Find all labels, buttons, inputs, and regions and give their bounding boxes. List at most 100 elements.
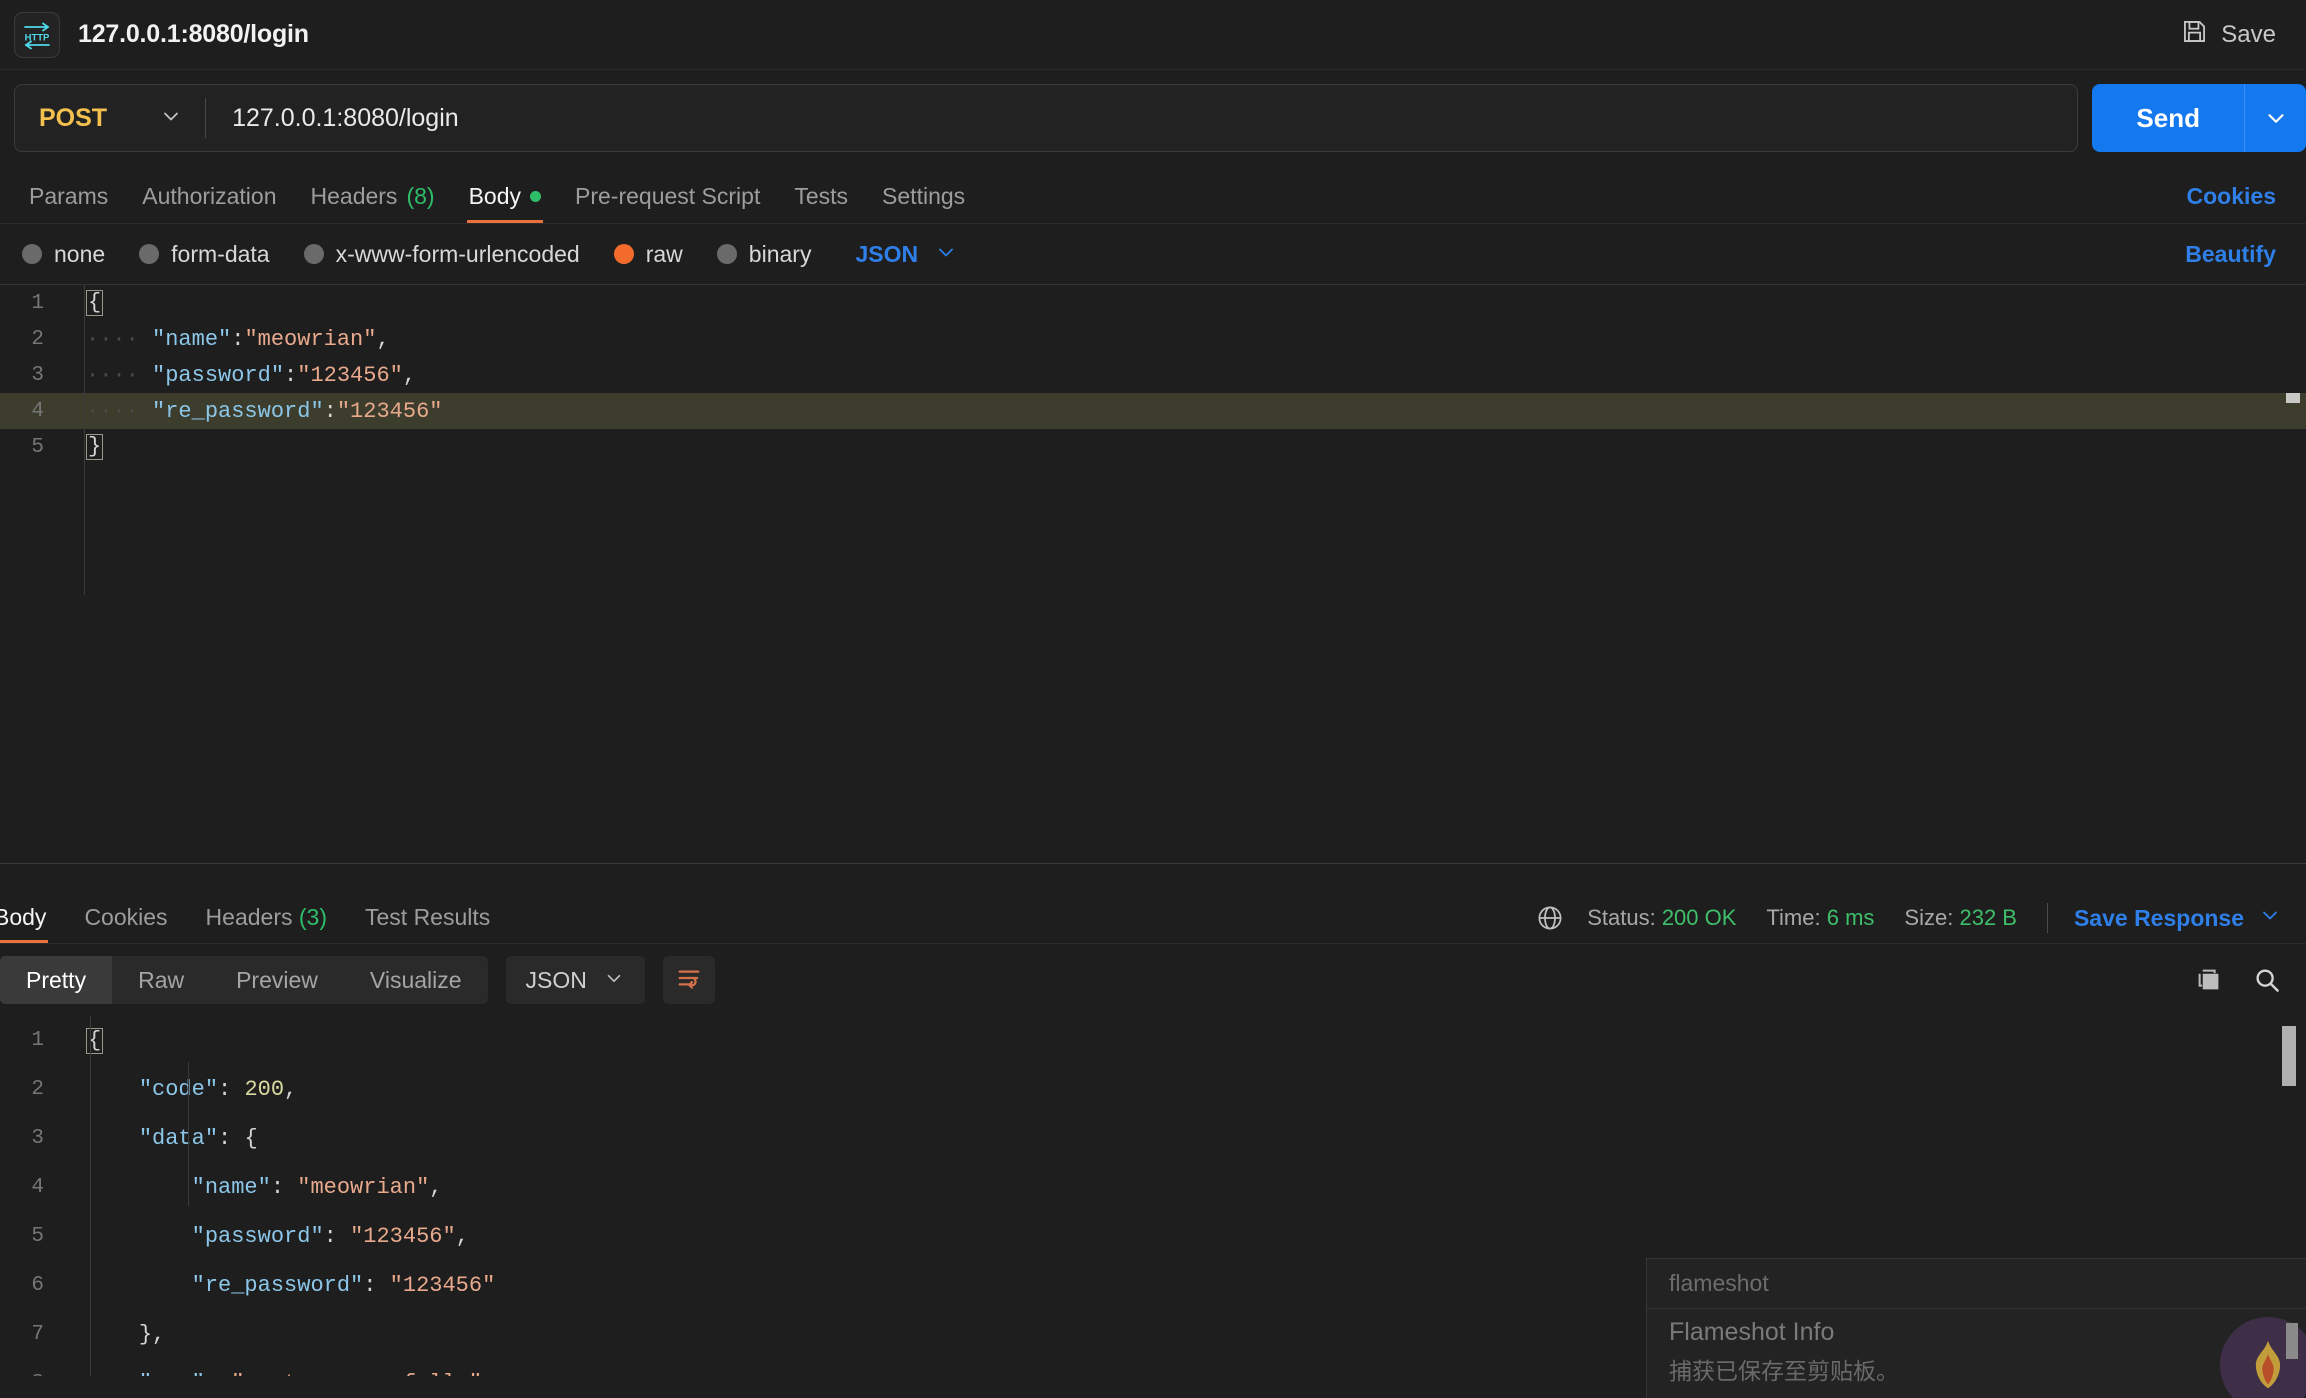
indent-space	[86, 1371, 139, 1376]
code-line[interactable]: 3···· "password":"123456",	[0, 357, 2306, 393]
tab-authorization[interactable]: Authorization	[125, 183, 293, 223]
size-label: Size:	[1904, 905, 1953, 930]
indent-space	[86, 1126, 139, 1151]
indent-space	[86, 1224, 192, 1249]
body-type-none[interactable]: none	[22, 241, 105, 268]
code-text: {	[62, 290, 103, 316]
line-number: 2	[0, 1078, 62, 1101]
token-str: "meowrian"	[297, 1175, 429, 1200]
view-raw[interactable]: Raw	[112, 956, 210, 1004]
body-type-urlencoded[interactable]: x-www-form-urlencoded	[304, 241, 580, 268]
code-line[interactable]: 5}	[0, 429, 2306, 465]
token-punct: ,	[403, 363, 416, 388]
token-key: "password"	[192, 1224, 324, 1249]
indent-space	[86, 1273, 192, 1298]
request-editor-scrollbar[interactable]	[2286, 393, 2300, 403]
token-punct: ,	[429, 1175, 442, 1200]
beautify-link[interactable]: Beautify	[2185, 241, 2276, 268]
token-punct: ,	[456, 1224, 469, 1249]
response-format-selector[interactable]: JSON	[506, 956, 645, 1004]
method-label: POST	[39, 104, 107, 133]
send-button[interactable]: Send	[2092, 84, 2244, 152]
code-line[interactable]: 4···· "re_password":"123456"	[0, 393, 2306, 429]
flameshot-notification-header: flameshot	[1647, 1259, 2306, 1309]
body-type-form-data[interactable]: form-data	[139, 241, 269, 268]
line-number: 3	[0, 364, 62, 387]
tab-settings-label: Settings	[882, 183, 965, 210]
token-brace: {	[86, 1028, 103, 1054]
radio-urlencoded-icon	[304, 244, 324, 264]
tab-headers[interactable]: Headers (8)	[294, 183, 452, 223]
indent-dots: ····	[86, 363, 152, 388]
url-input[interactable]	[206, 104, 2077, 133]
token-str: "123456"	[390, 1273, 496, 1298]
response-tab-test-results[interactable]: Test Results	[346, 904, 509, 943]
copy-icon[interactable]	[2194, 965, 2224, 995]
code-line[interactable]: 4 "name": "meowrian",	[0, 1163, 2306, 1212]
response-tab-body[interactable]: Body	[0, 904, 65, 943]
send-options-button[interactable]	[2244, 84, 2306, 152]
tab-params[interactable]: Params	[12, 183, 125, 223]
status-label: Status:	[1587, 905, 1655, 930]
raw-format-label: JSON	[855, 241, 918, 268]
flameshot-notification-title: Flameshot Info	[1669, 1318, 2284, 1347]
token-key: "re_password"	[152, 399, 324, 424]
code-line[interactable]: 3 "data": {	[0, 1114, 2306, 1163]
response-editor-scrollbar[interactable]	[2282, 1026, 2296, 1086]
view-pretty[interactable]: Pretty	[0, 956, 112, 1004]
view-preview[interactable]: Preview	[210, 956, 344, 1004]
word-wrap-toggle[interactable]	[663, 956, 715, 1004]
code-text: }	[62, 434, 103, 460]
response-tab-cookies[interactable]: Cookies	[65, 904, 186, 943]
request-tabs: Params Authorization Headers (8) Body Pr…	[0, 166, 2306, 224]
notification-scrollbar[interactable]	[2286, 1323, 2298, 1359]
body-type-form-data-label: form-data	[171, 241, 269, 268]
raw-format-selector[interactable]: JSON	[855, 240, 958, 269]
tab-pre-request-script[interactable]: Pre-request Script	[558, 183, 777, 223]
flameshot-app-name: flameshot	[1669, 1270, 1769, 1297]
line-number: 5	[0, 1225, 62, 1248]
save-response-button[interactable]: Save Response	[2074, 903, 2282, 933]
method-selector[interactable]: POST	[15, 85, 205, 151]
code-line[interactable]: 1{	[0, 1016, 2306, 1065]
response-tab-headers-count: (3)	[299, 904, 327, 930]
body-type-raw[interactable]: raw	[614, 241, 683, 268]
indent-guide	[84, 285, 85, 595]
save-button-label: Save	[2221, 21, 2276, 49]
view-visualize[interactable]: Visualize	[344, 956, 488, 1004]
request-body-editor[interactable]: 1{2···· "name":"meowrian",3···· "passwor…	[0, 285, 2306, 595]
svg-text:HTTP: HTTP	[25, 32, 50, 43]
body-type-binary[interactable]: binary	[717, 241, 812, 268]
response-action-icons	[2194, 965, 2282, 995]
code-text: ···· "name":"meowrian",	[62, 327, 390, 352]
code-line[interactable]: 2···· "name":"meowrian",	[0, 321, 2306, 357]
flameshot-notification: flameshot Flameshot Info 捕获已保存至剪贴板。	[1646, 1258, 2306, 1398]
code-line[interactable]: 5 "password": "123456",	[0, 1212, 2306, 1261]
line-number: 6	[0, 1274, 62, 1297]
token-str: "meowrian"	[244, 327, 376, 352]
tab-body[interactable]: Body	[452, 183, 558, 223]
tab-tests[interactable]: Tests	[777, 183, 865, 223]
tab-settings[interactable]: Settings	[865, 183, 982, 223]
token-punct: :	[284, 363, 297, 388]
save-response-label: Save Response	[2074, 905, 2244, 932]
token-punct: :	[205, 1371, 231, 1376]
cookies-link[interactable]: Cookies	[2187, 183, 2276, 223]
flameshot-notification-body: Flameshot Info 捕获已保存至剪贴板。	[1647, 1309, 2306, 1386]
tab-pre-request-script-label: Pre-request Script	[575, 183, 760, 210]
line-number: 5	[0, 436, 62, 459]
line-number: 8	[0, 1372, 62, 1376]
size-value: 232 B	[1959, 905, 2017, 930]
tab-headers-count: (8)	[406, 183, 434, 210]
code-line[interactable]: 1{	[0, 285, 2306, 321]
url-input-group: POST	[14, 84, 2078, 152]
chevron-down-icon	[603, 967, 625, 994]
status-label-group: Status: 200 OK	[1587, 905, 1736, 931]
time-label-group: Time: 6 ms	[1766, 905, 1874, 931]
token-num: 200	[244, 1077, 284, 1102]
token-str: "123456"	[297, 363, 403, 388]
code-line[interactable]: 2 "code": 200,	[0, 1065, 2306, 1114]
save-button[interactable]: Save	[2181, 18, 2276, 52]
search-icon[interactable]	[2252, 965, 2282, 995]
response-tab-headers[interactable]: Headers (3)	[187, 904, 346, 943]
